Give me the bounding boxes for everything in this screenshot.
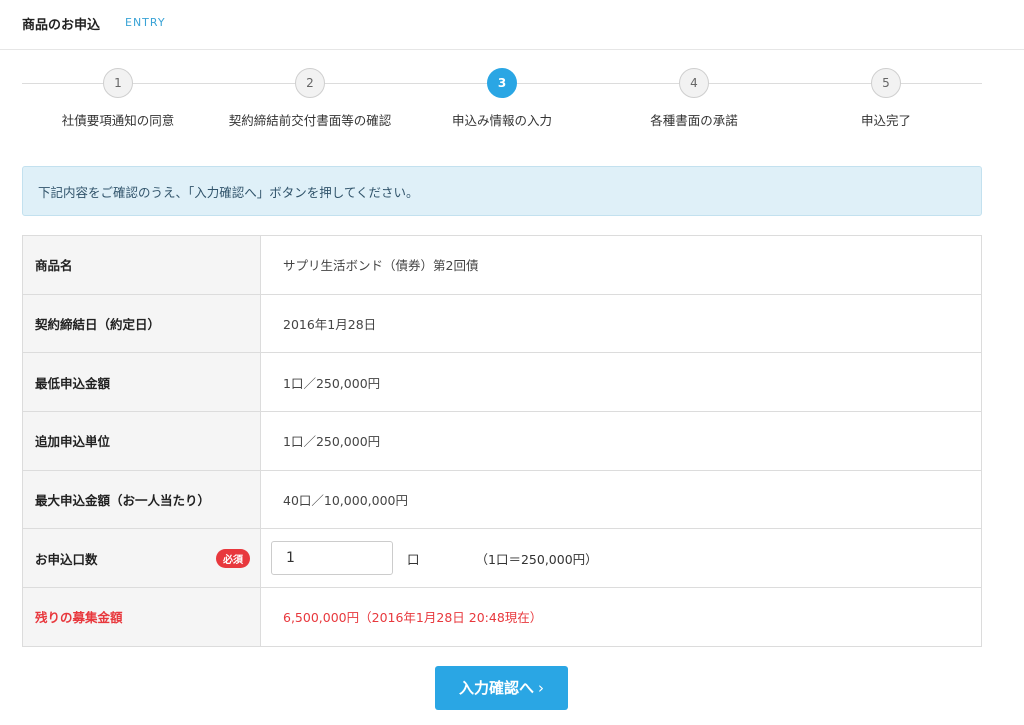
confirm-input-button-label: 入力確認へ <box>458 679 534 697</box>
max-amount-label: 最大申込金額（お一人当たり） <box>23 470 261 529</box>
table-row-max-amount: 最大申込金額（お一人当たり） 40口／10,000,000円 <box>23 470 981 530</box>
step-5: 5 申込完了 <box>786 68 986 129</box>
contract-date-value: 2016年1月28日 <box>283 317 377 333</box>
step-4-number: 4 <box>679 68 709 98</box>
quantity-input[interactable] <box>271 541 393 576</box>
confirm-input-button[interactable]: 入力確認へ › <box>435 666 568 710</box>
step-5-number: 5 <box>871 68 901 98</box>
table-row-remaining: 残りの募集金額 6,500,000円（2016年1月28日 20:48現在） <box>23 588 981 647</box>
product-name-label: 商品名 <box>23 236 261 294</box>
step-3-current: 3 申込み情報の入力 <box>402 68 602 129</box>
step-2: 2 契約締結前交付書面等の確認 <box>210 68 410 129</box>
table-row-product-name: 商品名 サプリ生活ボンド（債券）第2回債 <box>23 236 981 295</box>
table-row-contract-date: 契約締結日（約定日） 2016年1月28日 <box>23 294 981 354</box>
quantity-unit: 口 <box>407 551 420 567</box>
quantity-value-cell: 口 （1口＝250,000円） <box>261 529 981 587</box>
step-4: 4 各種書面の承諾 <box>594 68 794 129</box>
step-1: 1 社債要項通知の同意 <box>18 68 218 129</box>
step-2-number: 2 <box>295 68 325 98</box>
step-4-label: 各種書面の承諾 <box>650 113 738 128</box>
table-row-quantity: お申込口数 必須 口 （1口＝250,000円） <box>23 529 981 589</box>
progress-steps: 1 社債要項通知の同意 2 契約締結前交付書面等の確認 3 申込み情報の入力 4… <box>22 68 982 128</box>
page-title: 商品のお申込 <box>22 18 101 33</box>
quantity-label-cell: お申込口数 必須 <box>23 529 261 588</box>
max-amount-value: 40口／10,000,000円 <box>283 493 408 509</box>
step-5-label: 申込完了 <box>860 113 911 128</box>
quantity-unit-note: （1口＝250,000円） <box>475 551 598 567</box>
remaining-amount-label: 残りの募集金額 <box>23 588 261 646</box>
quantity-label: お申込口数 <box>35 551 98 567</box>
min-amount-value: 1口／250,000円 <box>283 375 381 391</box>
product-name-value: サプリ生活ボンド（債券）第2回債 <box>283 258 479 274</box>
step-1-label: 社債要項通知の同意 <box>61 113 175 128</box>
step-2-label: 契約締結前交付書面等の確認 <box>228 113 392 128</box>
step-3-label: 申込み情報の入力 <box>451 113 552 128</box>
page-subtitle: ENTRY <box>125 16 166 29</box>
min-amount-label: 最低申込金額 <box>23 353 261 412</box>
application-details-table: 商品名 サプリ生活ボンド（債券）第2回債 契約締結日（約定日） 2016年1月2… <box>22 235 982 647</box>
info-notice: 下記内容をご確認のうえ、「入力確認へ」ボタンを押してください。 <box>22 166 982 216</box>
chevron-right-icon: › <box>538 679 544 697</box>
additional-unit-value: 1口／250,000円 <box>283 434 381 450</box>
step-3-number: 3 <box>487 68 517 98</box>
contract-date-label: 契約締結日（約定日） <box>23 294 261 353</box>
table-row-min-amount: 最低申込金額 1口／250,000円 <box>23 353 981 413</box>
table-row-additional-unit: 追加申込単位 1口／250,000円 <box>23 412 981 471</box>
remaining-amount-value: 6,500,000円（2016年1月28日 20:48現在） <box>283 610 543 626</box>
required-badge: 必須 <box>216 549 250 569</box>
page-header: 商品のお申込 ENTRY <box>0 0 1024 50</box>
additional-unit-label: 追加申込単位 <box>23 412 261 470</box>
step-1-number: 1 <box>103 68 133 98</box>
